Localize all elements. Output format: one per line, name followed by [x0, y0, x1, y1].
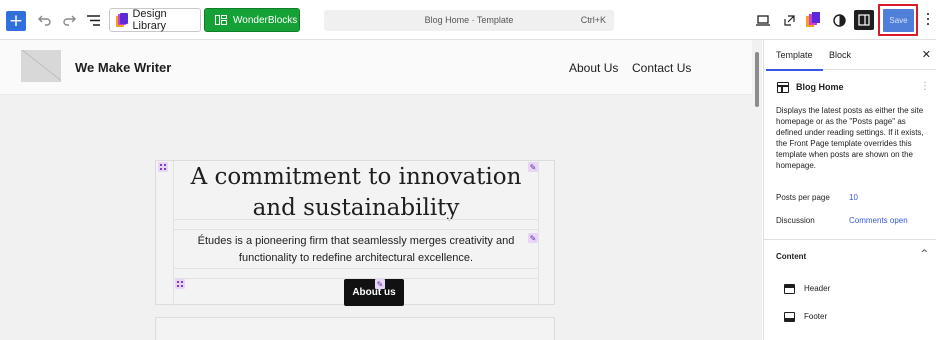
hero-paragraph-line-1: Études is a pioneering firm that seamles…	[197, 235, 515, 247]
canvas-scrollbar[interactable]	[752, 40, 762, 340]
template-part-label: Footer	[804, 312, 828, 321]
design-library-plugin-button[interactable]	[804, 11, 822, 29]
external-link-icon	[783, 14, 795, 26]
discussion-label: Discussion	[776, 216, 815, 225]
nav-link-contact[interactable]: Contact Us	[632, 61, 691, 75]
hero-group-block[interactable]: A commitment to innovation and sustainab…	[155, 160, 555, 306]
hero-content: A commitment to innovation and sustainab…	[173, 161, 539, 306]
template-description: Displays the latest posts as either the …	[776, 106, 924, 170]
block-handle-icon[interactable]	[175, 279, 185, 289]
block-outline	[173, 229, 539, 230]
site-title[interactable]: We Make Writer	[75, 60, 171, 75]
save-button-highlight: Save	[878, 4, 918, 36]
command-shortcut: Ctrl+K	[580, 15, 606, 25]
more-vertical-icon	[926, 13, 930, 25]
template-name: Blog Home	[796, 82, 844, 92]
chevron-up-icon[interactable]: ^	[920, 249, 928, 259]
posts-per-page-label: Posts per page	[776, 193, 830, 202]
block-handle-icon[interactable]	[158, 162, 168, 172]
redo-button[interactable]	[60, 11, 78, 29]
plus-icon: +	[8, 10, 24, 31]
edit-pen-icon[interactable]: ✎	[528, 233, 538, 243]
hero-paragraph-line-2: functionality to redefine architectural …	[238, 252, 474, 264]
block-outline	[173, 278, 539, 279]
save-button[interactable]: Save	[883, 9, 914, 32]
hero-heading[interactable]: A commitment to innovation and sustainab…	[174, 161, 538, 224]
site-header[interactable]: We Make Writer About Us Contact Us	[0, 40, 752, 95]
desktop-icon	[756, 14, 770, 26]
wonderblocks-icon	[215, 15, 227, 25]
hero-paragraph[interactable]: Études is a pioneering firm that seamles…	[174, 233, 538, 267]
posts-per-page-value[interactable]: 10	[849, 193, 858, 202]
contrast-icon	[832, 13, 846, 27]
footer-icon	[784, 312, 795, 322]
list-view-icon	[86, 14, 100, 26]
template-actions-button[interactable]: ⋮	[920, 81, 930, 92]
discussion-value[interactable]: Comments open	[849, 216, 908, 225]
view-site-button[interactable]	[780, 11, 798, 29]
header-icon	[784, 284, 795, 294]
styles-button[interactable]	[830, 11, 848, 29]
command-palette-bar[interactable]: Blog Home · Template Ctrl+K	[324, 10, 614, 31]
sidebar-icon	[858, 14, 870, 26]
sidebar-tabs: Template Block ✕	[764, 40, 936, 71]
add-block-button[interactable]: +	[6, 11, 26, 31]
preview-button[interactable]	[754, 11, 772, 29]
settings-sidebar-toggle[interactable]	[854, 10, 874, 30]
editor-canvas[interactable]: We Make Writer About Us Contact Us A com…	[0, 40, 762, 340]
document-overview-button[interactable]	[84, 11, 102, 29]
top-toolbar: + Design Library WonderBlocks Blog Home …	[0, 0, 936, 40]
about-us-button[interactable]: About us	[344, 279, 404, 306]
design-library-icon	[116, 13, 128, 27]
site-logo-placeholder[interactable]	[21, 50, 61, 82]
design-library-button[interactable]: Design Library	[109, 8, 201, 32]
layout-icon	[777, 82, 789, 93]
site-editor: + Design Library WonderBlocks Blog Home …	[0, 0, 936, 340]
block-outline	[173, 268, 539, 269]
next-group-block[interactable]	[155, 317, 555, 340]
document-title: Blog Home · Template	[424, 15, 514, 25]
content-panel-title[interactable]: Content	[776, 252, 806, 261]
edit-pen-icon[interactable]: ✎	[528, 162, 538, 172]
tab-template[interactable]: Template	[766, 50, 822, 71]
template-summary: Blog Home ⋮	[776, 81, 930, 95]
scrollbar-thumb[interactable]	[755, 52, 759, 107]
redo-icon	[63, 15, 76, 26]
settings-sidebar: Template Block ✕ Blog Home ⋮ Displays th…	[763, 40, 936, 340]
edit-pen-icon[interactable]: ✎	[375, 279, 385, 289]
undo-icon	[38, 15, 51, 26]
undo-button[interactable]	[36, 11, 54, 29]
close-icon: ✕	[921, 48, 931, 61]
wonderblocks-button[interactable]: WonderBlocks	[204, 8, 300, 32]
block-outline	[173, 219, 539, 220]
tab-block[interactable]: Block	[829, 50, 851, 60]
hero-heading-line-1: A commitment to innovation	[190, 164, 522, 190]
sidebar-divider	[764, 239, 936, 240]
template-part-label: Header	[804, 284, 831, 293]
nav-link-about[interactable]: About Us	[569, 61, 618, 75]
close-sidebar-button[interactable]: ✕	[922, 48, 931, 61]
design-library-plugin-icon	[806, 12, 820, 27]
options-menu-button[interactable]	[926, 13, 930, 27]
design-library-label: Design Library	[132, 8, 167, 32]
wonderblocks-label: WonderBlocks	[233, 14, 298, 26]
